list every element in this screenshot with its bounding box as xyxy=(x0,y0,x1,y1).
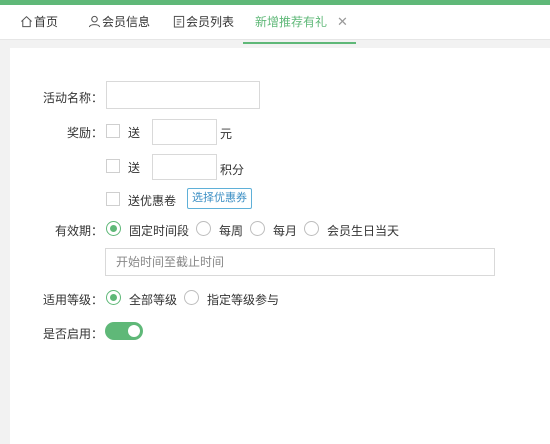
tab-member-list-label: 会员列表 xyxy=(186,15,235,29)
activity-name-input[interactable] xyxy=(106,81,260,109)
tab-new-referral-label: 新增推荐有礼 xyxy=(255,15,328,29)
validity-option-monthly: 每月 xyxy=(273,224,298,238)
level-option-all: 全部等级 xyxy=(129,293,178,307)
tab-member-info[interactable]: 会员信息 xyxy=(88,5,150,39)
validity-option-birthday: 会员生日当天 xyxy=(327,224,400,238)
validity-radio-monthly[interactable] xyxy=(250,221,265,236)
active-tab-indicator xyxy=(243,42,356,44)
reward-cash-unit: 元 xyxy=(220,127,233,141)
level-label: 适用等级： xyxy=(42,293,103,307)
level-option-specific: 指定等级参与 xyxy=(207,293,280,307)
reward-coupon-text: 送优惠卷 xyxy=(128,194,177,208)
validity-radio-weekly[interactable] xyxy=(196,221,211,236)
list-doc-icon xyxy=(173,15,185,28)
tab-member-info-label: 会员信息 xyxy=(102,15,151,29)
tab-member-list[interactable]: 会员列表 xyxy=(173,5,234,39)
level-radio-all[interactable] xyxy=(106,290,121,305)
reward-points-input[interactable] xyxy=(152,154,217,180)
tab-home[interactable]: 首页 xyxy=(20,5,58,39)
validity-option-weekly: 每周 xyxy=(219,224,244,238)
reward-points-text: 送 xyxy=(128,161,141,175)
home-icon xyxy=(21,15,32,28)
reward-points-checkbox[interactable] xyxy=(106,159,120,173)
reward-cash-text: 送 xyxy=(128,126,141,140)
validity-radio-birthday[interactable] xyxy=(304,221,319,236)
tab-new-referral[interactable]: 新增推荐有礼 ✕ xyxy=(255,5,348,39)
toggle-knob xyxy=(128,325,140,337)
select-coupon-button[interactable]: 选择优惠券 xyxy=(187,188,252,209)
tab-bar: 首页 会员信息 会员列表 新增推荐有礼 ✕ xyxy=(0,5,550,44)
validity-label: 有效期： xyxy=(54,224,103,238)
level-radio-specific[interactable] xyxy=(184,290,199,305)
enabled-label: 是否启用： xyxy=(42,327,103,341)
close-icon[interactable]: ✕ xyxy=(337,14,348,29)
activity-name-label: 活动名称： xyxy=(42,91,103,105)
reward-label: 奖励： xyxy=(66,126,103,140)
validity-option-fixed: 固定时间段 xyxy=(129,224,190,238)
tab-home-label: 首页 xyxy=(34,15,59,29)
validity-radio-fixed[interactable] xyxy=(106,221,121,236)
reward-cash-input[interactable] xyxy=(152,119,217,145)
user-icon xyxy=(88,15,101,28)
reward-points-unit: 积分 xyxy=(220,163,245,177)
reward-cash-checkbox[interactable] xyxy=(106,124,120,138)
enabled-toggle[interactable] xyxy=(105,322,143,340)
time-range-input[interactable] xyxy=(105,248,495,276)
form-panel xyxy=(10,48,550,444)
reward-coupon-checkbox[interactable] xyxy=(106,192,120,206)
